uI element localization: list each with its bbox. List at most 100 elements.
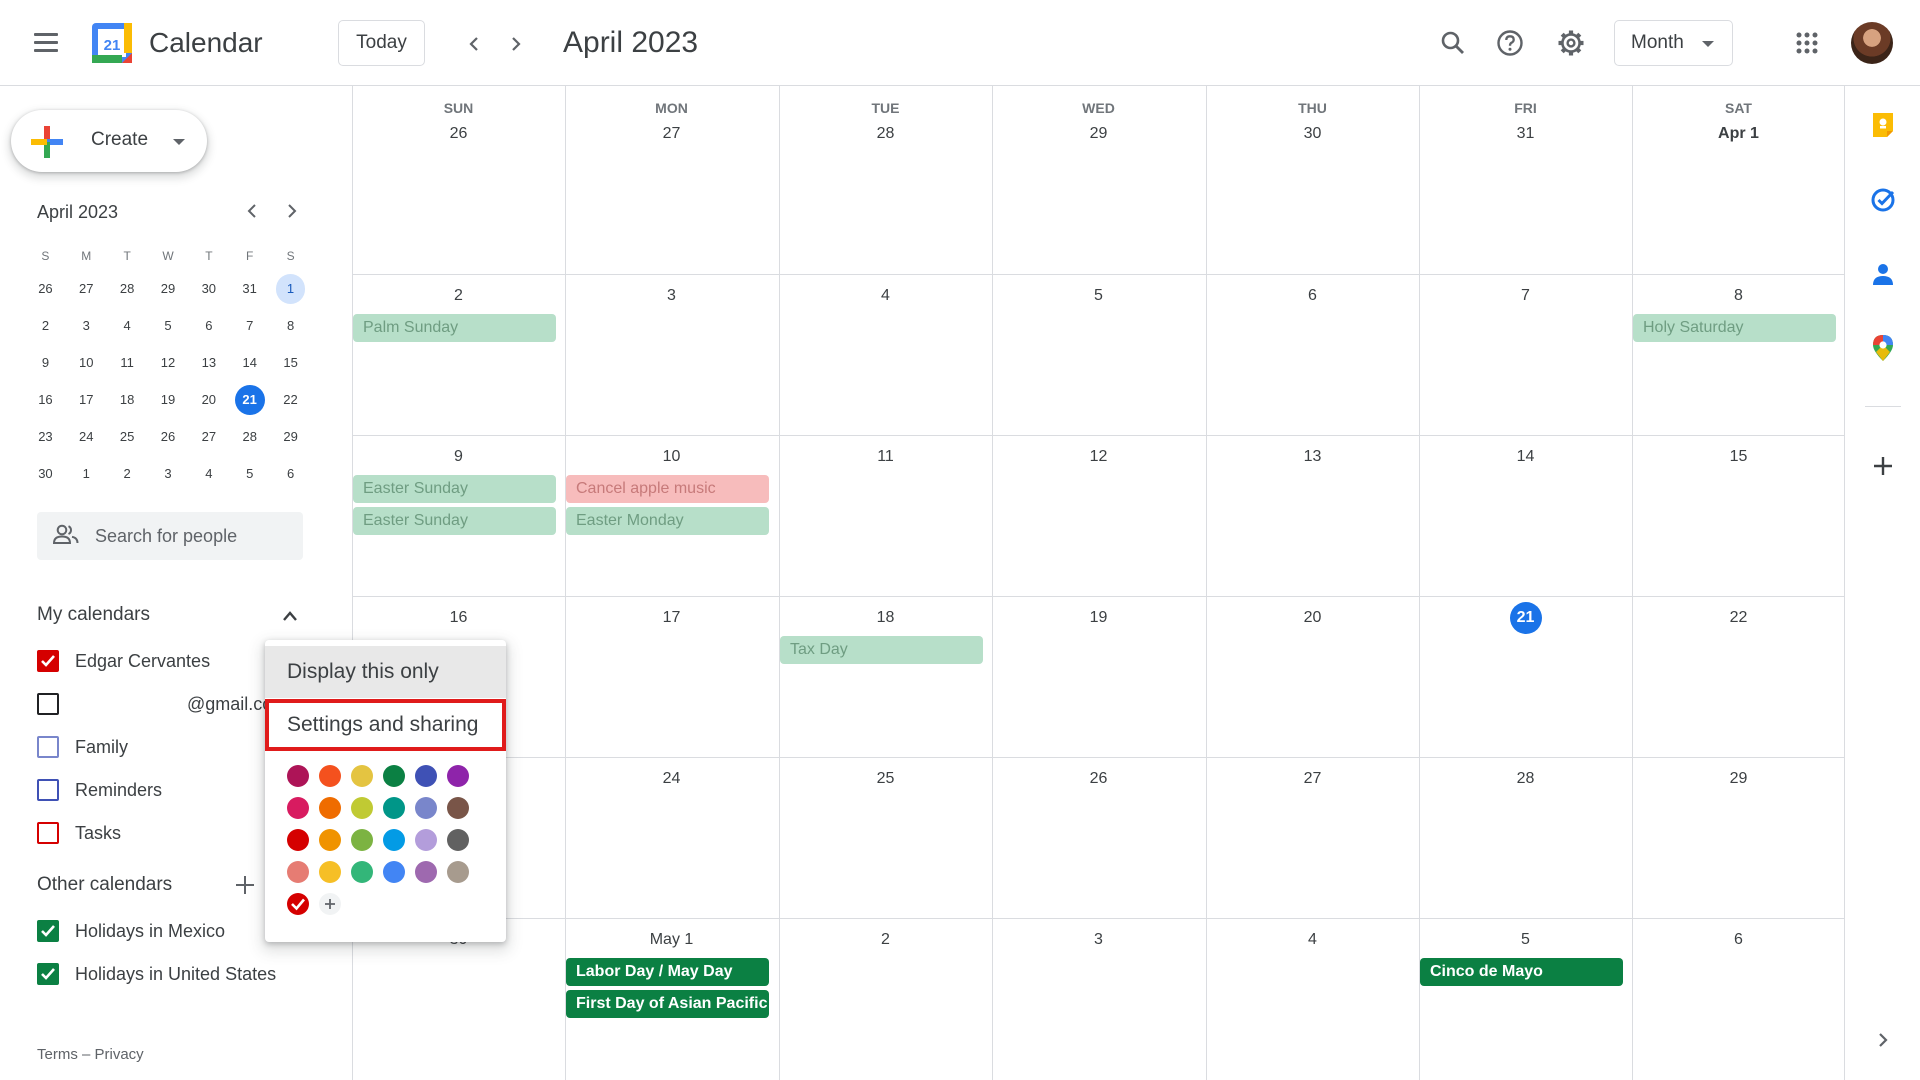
calendar-checkbox[interactable] <box>37 693 59 715</box>
mini-calendar-next-button[interactable] <box>277 196 307 226</box>
mini-calendar-day[interactable]: 2 <box>25 311 66 341</box>
day-cell[interactable]: 26 <box>992 757 1205 918</box>
day-number[interactable]: 15 <box>1723 441 1755 473</box>
event-chip[interactable]: Tax Day <box>780 636 983 664</box>
contacts-icon[interactable] <box>1865 256 1901 292</box>
event-chip[interactable]: First Day of Asian Pacific <box>566 990 769 1018</box>
calendar-checkbox[interactable] <box>37 963 59 985</box>
day-cell[interactable]: THU 30 <box>1206 86 1419 274</box>
my-calendars-heading[interactable]: My calendars <box>37 604 150 626</box>
day-number[interactable]: 29 <box>1083 118 1115 150</box>
calendar-list-item[interactable]: Reminders <box>37 775 162 805</box>
color-swatch[interactable] <box>415 765 437 787</box>
event-chip[interactable]: Easter Sunday <box>353 507 556 535</box>
day-number[interactable]: 6 <box>1297 280 1329 312</box>
mini-calendar-day[interactable]: 8 <box>270 311 311 341</box>
color-swatch[interactable] <box>287 765 309 787</box>
mini-calendar-day[interactable]: 4 <box>188 459 229 489</box>
today-button[interactable]: Today <box>338 20 425 66</box>
tasks-icon[interactable] <box>1865 182 1901 218</box>
day-number[interactable]: 7 <box>1510 280 1542 312</box>
day-number[interactable]: 20 <box>1297 602 1329 634</box>
color-swatch[interactable] <box>383 829 405 851</box>
day-number[interactable]: 10 <box>656 441 688 473</box>
day-number[interactable]: 8 <box>1723 280 1755 312</box>
day-cell[interactable]: 21 <box>1419 596 1632 757</box>
event-chip[interactable]: Labor Day / May Day <box>566 958 769 986</box>
day-cell[interactable]: 24 <box>565 757 778 918</box>
day-number[interactable]: 2 <box>870 924 902 956</box>
day-cell[interactable]: 30 <box>352 918 565 1080</box>
day-number[interactable]: 18 <box>870 602 902 634</box>
calendar-checkbox[interactable] <box>37 736 59 758</box>
color-swatch[interactable] <box>351 829 373 851</box>
previous-period-button[interactable] <box>456 26 492 62</box>
settings-gear-icon[interactable] <box>1551 23 1591 63</box>
day-number[interactable]: 21 <box>1509 602 1542 634</box>
day-number[interactable]: 11 <box>870 441 902 473</box>
color-swatch[interactable] <box>383 797 405 819</box>
mini-calendar-day[interactable]: 6 <box>270 459 311 489</box>
color-swatch[interactable] <box>287 829 309 851</box>
day-number[interactable]: 19 <box>1083 602 1115 634</box>
color-swatch[interactable] <box>351 861 373 883</box>
color-swatch[interactable] <box>319 861 341 883</box>
day-number[interactable]: 26 <box>1083 763 1115 795</box>
day-number[interactable]: 27 <box>656 118 688 150</box>
mini-calendar-day[interactable]: 27 <box>66 274 107 304</box>
mini-calendar-day[interactable]: 4 <box>107 311 148 341</box>
day-number[interactable]: 28 <box>870 118 902 150</box>
day-number[interactable]: 5 <box>1083 280 1115 312</box>
mini-calendar-day[interactable]: 2 <box>107 459 148 489</box>
color-swatch[interactable] <box>447 765 469 787</box>
color-swatch-selected[interactable] <box>287 893 309 915</box>
footer-links[interactable]: Terms – Privacy <box>37 1046 144 1063</box>
day-cell[interactable]: 5 <box>992 274 1205 435</box>
mini-calendar-day[interactable]: 17 <box>66 385 107 415</box>
mini-calendar-day[interactable]: 12 <box>148 348 189 378</box>
color-swatch[interactable] <box>383 861 405 883</box>
main-menu-icon[interactable] <box>28 26 68 60</box>
day-number[interactable]: 9 <box>443 441 475 473</box>
calendar-list-item[interactable]: Holidays in United States <box>37 959 276 989</box>
day-cell[interactable]: 6 <box>1206 274 1419 435</box>
chevron-up-icon[interactable] <box>275 601 305 631</box>
event-chip[interactable]: Easter Monday <box>566 507 769 535</box>
mini-calendar-day[interactable]: 5 <box>148 311 189 341</box>
day-cell[interactable]: SAT Apr 1 <box>1632 86 1845 274</box>
day-number[interactable]: 22 <box>1723 602 1755 634</box>
add-custom-color-icon[interactable] <box>319 893 341 915</box>
help-icon[interactable] <box>1490 23 1530 63</box>
day-cell[interactable]: 17 <box>565 596 778 757</box>
day-cell[interactable]: SUN 26 <box>352 86 565 274</box>
expand-panel-chevron-icon[interactable] <box>1865 1022 1901 1058</box>
event-chip[interactable]: Easter Sunday <box>353 475 556 503</box>
day-number[interactable]: 26 <box>443 118 475 150</box>
calendar-list-item[interactable]: Family <box>37 732 128 762</box>
mini-calendar-day[interactable]: 1 <box>66 459 107 489</box>
google-apps-icon[interactable] <box>1787 23 1827 63</box>
color-swatch[interactable] <box>351 797 373 819</box>
day-number[interactable]: 17 <box>656 602 688 634</box>
day-number[interactable]: 28 <box>1510 763 1542 795</box>
calendar-logo[interactable]: 21 <box>90 21 134 65</box>
mini-calendar-day[interactable]: 26 <box>25 274 66 304</box>
calendar-checkbox[interactable] <box>37 650 59 672</box>
day-cell[interactable]: 7 <box>1419 274 1632 435</box>
mini-calendar-day[interactable]: 7 <box>229 311 270 341</box>
add-other-calendar-icon[interactable] <box>230 870 260 900</box>
search-icon[interactable] <box>1433 23 1473 63</box>
day-cell[interactable]: 19 <box>992 596 1205 757</box>
day-number[interactable]: 4 <box>1297 924 1329 956</box>
day-number[interactable]: 24 <box>656 763 688 795</box>
event-chip[interactable]: Holy Saturday <box>1633 314 1836 342</box>
mini-calendar-day[interactable]: 6 <box>188 311 229 341</box>
mini-calendar-day[interactable]: 18 <box>107 385 148 415</box>
day-number[interactable]: Apr 1 <box>1714 118 1763 150</box>
mini-calendar-day[interactable]: 5 <box>229 459 270 489</box>
color-swatch[interactable] <box>415 829 437 851</box>
color-swatch[interactable] <box>447 797 469 819</box>
mini-calendar-day[interactable]: 20 <box>188 385 229 415</box>
maps-icon[interactable] <box>1865 330 1901 366</box>
day-cell[interactable]: 12 <box>992 435 1205 596</box>
